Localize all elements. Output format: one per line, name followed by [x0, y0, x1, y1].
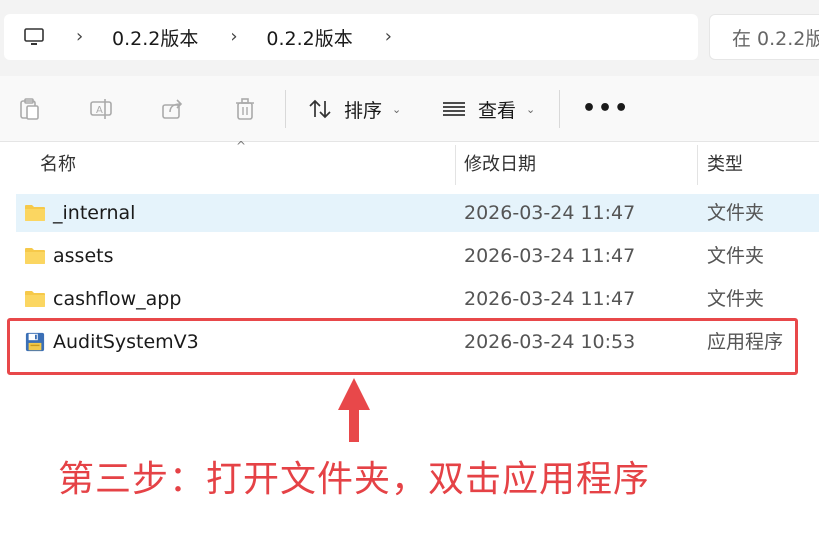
view-list-icon: [443, 102, 465, 116]
address-bar[interactable]: › 0.2.2版本 › 0.2.2版本 ›: [4, 14, 698, 60]
file-row-cashflow-app[interactable]: cashflow_app 2026-03-24 11:47 文件夹: [16, 280, 819, 318]
chevron-down-icon: ⌄: [392, 102, 402, 116]
address-strip: › 0.2.2版本 › 0.2.2版本 › 在 0.2.2版本: [0, 0, 819, 76]
file-name: assets: [53, 245, 114, 267]
column-resize-handle[interactable]: [455, 145, 456, 185]
chevron-right-icon[interactable]: ›: [230, 14, 244, 60]
svg-text:A: A: [96, 105, 103, 116]
view-label: 查看: [478, 99, 517, 122]
search-input[interactable]: 在 0.2.2版本: [709, 14, 819, 60]
rename-icon: A: [90, 99, 112, 119]
sort-icon: [309, 99, 331, 119]
highlight-box: [7, 318, 798, 375]
column-header-modified[interactable]: 修改日期: [464, 143, 536, 187]
file-row-assets[interactable]: assets 2026-03-24 11:47 文件夹: [16, 237, 819, 275]
clipboard-icon: [20, 98, 39, 120]
breadcrumb-item[interactable]: 0.2.2版本: [266, 24, 352, 51]
file-modified: 2026-03-24 11:47: [464, 202, 636, 224]
more-options-button[interactable]: •••: [582, 96, 630, 121]
delete-button[interactable]: [230, 94, 260, 124]
folder-icon: [25, 205, 45, 221]
file-modified: 2026-03-24 11:47: [464, 245, 636, 267]
search-placeholder: 在 0.2.2版本: [732, 27, 819, 50]
share-button[interactable]: [158, 94, 188, 124]
breadcrumb-item[interactable]: 0.2.2版本: [112, 24, 198, 51]
chevron-right-icon[interactable]: ›: [76, 14, 90, 60]
toolbar-divider: [559, 90, 560, 128]
folder-icon: [25, 248, 45, 264]
share-icon: [162, 99, 183, 119]
column-headers: 名称 修改日期 类型: [0, 143, 819, 187]
view-button[interactable]: 查看 ⌄: [442, 92, 535, 126]
folder-icon: [25, 291, 45, 307]
trash-icon: [236, 98, 254, 120]
instruction-caption: 第三步：打开文件夹，双击应用程序: [58, 459, 651, 500]
chevron-down-icon: ⌄: [526, 102, 536, 116]
column-header-type[interactable]: 类型: [707, 143, 743, 187]
file-explorer-window: › 0.2.2版本 › 0.2.2版本 › 在 0.2.2版本 A: [0, 0, 819, 552]
file-name: _internal: [53, 202, 136, 224]
column-header-name[interactable]: 名称: [40, 143, 76, 187]
file-type: 文件夹: [707, 202, 765, 224]
file-name: cashflow_app: [53, 288, 182, 310]
rename-button[interactable]: A: [86, 94, 116, 124]
sort-button[interactable]: 排序 ⌄: [308, 92, 401, 126]
chevron-right-icon[interactable]: ›: [385, 14, 399, 60]
file-type: 文件夹: [707, 288, 765, 310]
column-resize-handle[interactable]: [697, 145, 698, 185]
paste-button[interactable]: [14, 94, 44, 124]
file-row-internal[interactable]: _internal 2026-03-24 11:47 文件夹: [16, 194, 819, 232]
file-type: 文件夹: [707, 245, 765, 267]
file-modified: 2026-03-24 11:47: [464, 288, 636, 310]
sort-label: 排序: [344, 99, 383, 122]
arrow-up-icon: [338, 378, 370, 442]
toolbar-divider: [285, 90, 286, 128]
command-bar: A 排序 ⌄ 查看 ⌄: [0, 76, 819, 142]
this-pc-icon[interactable]: [22, 25, 46, 49]
